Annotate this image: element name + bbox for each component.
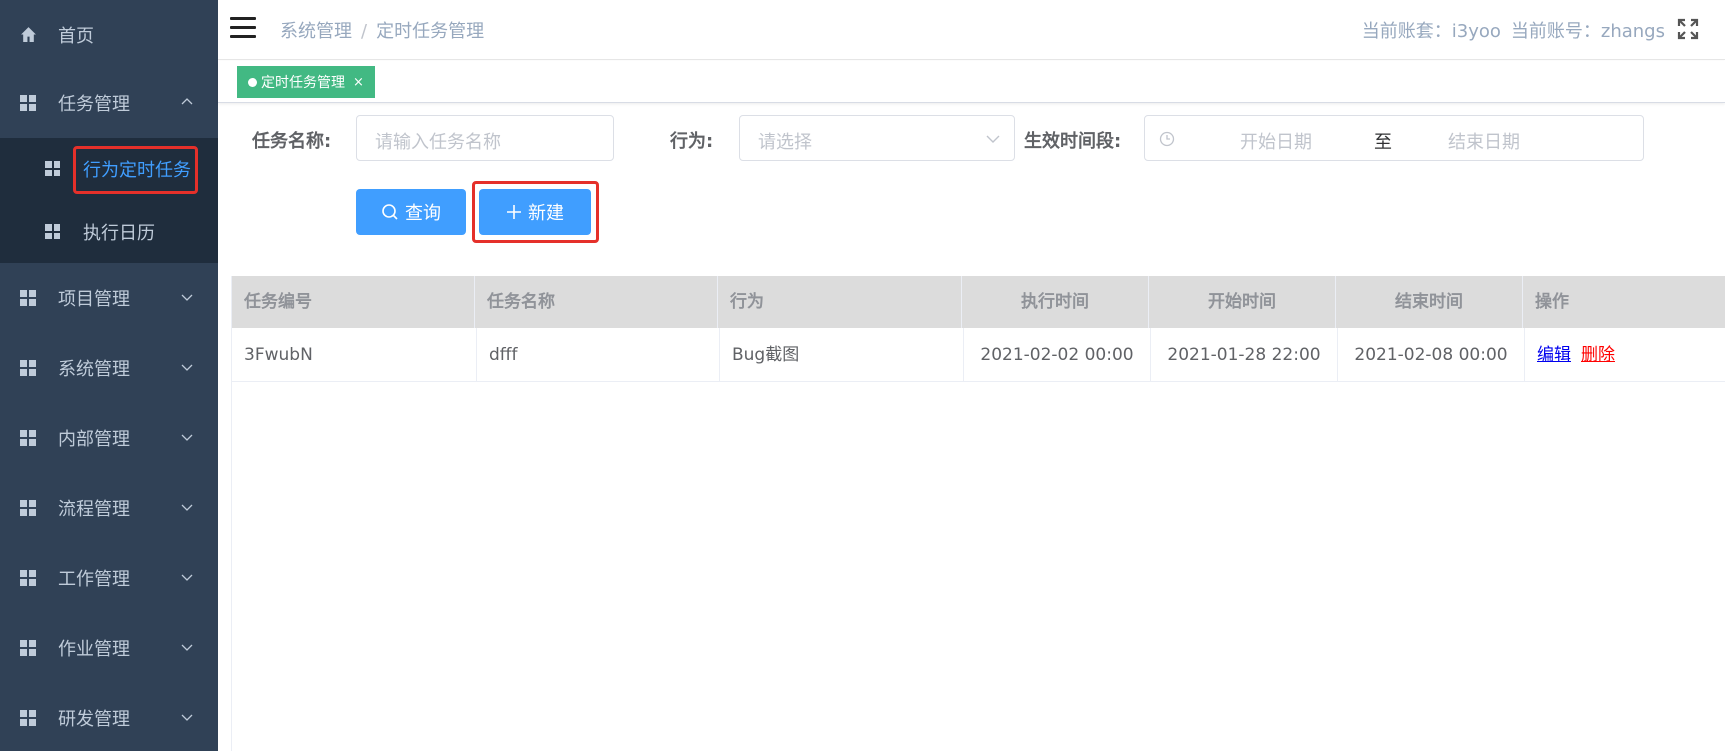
cell-start-time: 2021-01-28 22:00 xyxy=(1151,328,1338,382)
breadcrumb-item-current: 定时任务管理 xyxy=(376,21,485,42)
sidebar-item-label: 项目管理 xyxy=(58,289,130,310)
sidebar-item-project-management[interactable]: 项目管理 xyxy=(0,263,218,333)
home-icon xyxy=(21,27,36,42)
account-label: 当前账号：zhangs xyxy=(1510,21,1665,42)
cell-behavior: Bug截图 xyxy=(720,328,964,382)
cell-task-name: dfff xyxy=(477,328,720,382)
clock-icon xyxy=(1159,131,1175,147)
column-header: 执行时间 xyxy=(962,276,1149,328)
grid-icon xyxy=(20,95,36,111)
hamburger-menu-icon[interactable] xyxy=(230,17,256,39)
grid-icon xyxy=(20,430,36,446)
highlight-box-create xyxy=(472,181,599,243)
sidebar-item-home[interactable]: 首页 xyxy=(0,0,218,70)
close-icon[interactable]: × xyxy=(353,75,364,90)
task-name-placeholder: 请输入任务名称 xyxy=(375,132,501,153)
sidebar-item-internal-management[interactable]: 内部管理 xyxy=(0,403,218,473)
sidebar-subitem-execution-calendar[interactable]: 执行日历 xyxy=(0,201,218,263)
grid-icon xyxy=(20,500,36,516)
sidebar-item-label: 首页 xyxy=(58,26,94,47)
task-table: 任务编号 任务名称 行为 执行时间 开始时间 结束时间 操作 3FwubN df… xyxy=(231,276,1725,751)
column-header: 结束时间 xyxy=(1336,276,1523,328)
chevron-down-icon xyxy=(181,364,193,371)
sidebar-item-process-management[interactable]: 流程管理 xyxy=(0,473,218,543)
query-button[interactable]: 查询 xyxy=(356,189,466,235)
grid-icon xyxy=(20,570,36,586)
table-header: 任务编号 任务名称 行为 执行时间 开始时间 结束时间 操作 xyxy=(232,276,1725,328)
active-dot-icon xyxy=(248,77,257,87)
chevron-down-icon xyxy=(181,434,193,441)
sidebar-subitem-label: 执行日历 xyxy=(83,223,155,244)
sidebar-item-system-management[interactable]: 系统管理 xyxy=(0,333,218,403)
sidebar-item-label: 系统管理 xyxy=(58,359,130,380)
cell-exec-time: 2021-02-02 00:00 xyxy=(964,328,1151,382)
start-date-input[interactable]: 开始日期 xyxy=(1240,128,1312,154)
chevron-down-icon xyxy=(181,574,193,581)
chevron-down-icon xyxy=(181,504,193,511)
behavior-placeholder: 请选择 xyxy=(758,132,812,153)
grid-icon xyxy=(45,224,60,239)
sidebar-item-work-management[interactable]: 工作管理 xyxy=(0,543,218,613)
grid-icon xyxy=(45,161,60,176)
grid-icon xyxy=(20,360,36,376)
navbar: 系统管理 / 定时任务管理 当前账套：i3yoo 当前账号：zhangs xyxy=(218,0,1725,60)
delete-link[interactable]: 删除 xyxy=(1581,345,1615,365)
tags-view: 定时任务管理 × xyxy=(218,61,1725,103)
column-header: 任务名称 xyxy=(475,276,718,328)
behavior-label: 行为: xyxy=(670,131,714,152)
sidebar-item-label: 作业管理 xyxy=(58,639,130,660)
grid-icon xyxy=(20,290,36,306)
range-separator: 至 xyxy=(1374,132,1392,153)
account-info: 当前账套：i3yoo 当前账号：zhangs xyxy=(1352,17,1665,43)
table-row: 3FwubN dfff Bug截图 2021-02-02 00:00 2021-… xyxy=(232,328,1725,382)
sidebar-item-label: 工作管理 xyxy=(58,569,130,590)
tag-scheduled-task-management[interactable]: 定时任务管理 × xyxy=(237,66,375,98)
chevron-down-icon xyxy=(181,294,193,301)
sidebar-item-rd-management[interactable]: 研发管理 xyxy=(0,683,218,751)
breadcrumb-separator: / xyxy=(361,21,368,42)
sidebar-item-label: 流程管理 xyxy=(58,499,130,520)
query-button-label: 查询 xyxy=(405,203,441,224)
chevron-down-icon xyxy=(181,644,193,651)
sidebar-item-label: 任务管理 xyxy=(58,94,130,115)
sidebar: 首页 任务管理 行为定时任务 执行日历 项目管理 系统管理 内部管理 流程管理 … xyxy=(0,0,218,751)
chevron-up-icon xyxy=(181,98,193,105)
app: 首页 任务管理 行为定时任务 执行日历 项目管理 系统管理 内部管理 流程管理 … xyxy=(0,0,1725,751)
edit-link[interactable]: 编辑 xyxy=(1537,345,1571,365)
column-header: 操作 xyxy=(1535,292,1569,312)
date-range-picker[interactable]: 开始日期 至 结束日期 xyxy=(1144,115,1644,161)
task-name-input[interactable]: 请输入任务名称 xyxy=(356,115,614,161)
task-name-label: 任务名称: xyxy=(252,131,332,152)
account-set-label: 当前账套：i3yoo xyxy=(1361,21,1501,42)
cell-task-id: 3FwubN xyxy=(232,328,477,382)
sidebar-item-job-management[interactable]: 作业管理 xyxy=(0,613,218,683)
highlight-box-scheduled-tasks xyxy=(73,146,198,194)
chevron-down-icon xyxy=(986,135,1000,143)
column-header: 行为 xyxy=(718,276,962,328)
grid-icon xyxy=(20,640,36,656)
behavior-select[interactable]: 请选择 xyxy=(739,115,1015,161)
cell-end-time: 2021-02-08 00:00 xyxy=(1338,328,1525,382)
cell-actions: 编辑 删除 xyxy=(1525,328,1725,382)
sidebar-item-label: 研发管理 xyxy=(58,709,130,730)
effective-period-label: 生效时间段: xyxy=(1024,131,1122,152)
end-date-input[interactable]: 结束日期 xyxy=(1448,128,1520,154)
column-header: 开始时间 xyxy=(1149,276,1336,328)
breadcrumb: 系统管理 / 定时任务管理 xyxy=(280,17,484,43)
chevron-down-icon xyxy=(181,714,193,721)
tag-label: 定时任务管理 xyxy=(261,75,345,91)
sidebar-item-task-management[interactable]: 任务管理 xyxy=(0,68,218,138)
breadcrumb-item[interactable]: 系统管理 xyxy=(280,21,352,42)
fullscreen-icon[interactable] xyxy=(1677,18,1699,40)
sidebar-item-label: 内部管理 xyxy=(58,429,130,450)
column-header: 任务编号 xyxy=(232,276,475,328)
search-icon xyxy=(382,204,398,220)
grid-icon xyxy=(20,710,36,726)
